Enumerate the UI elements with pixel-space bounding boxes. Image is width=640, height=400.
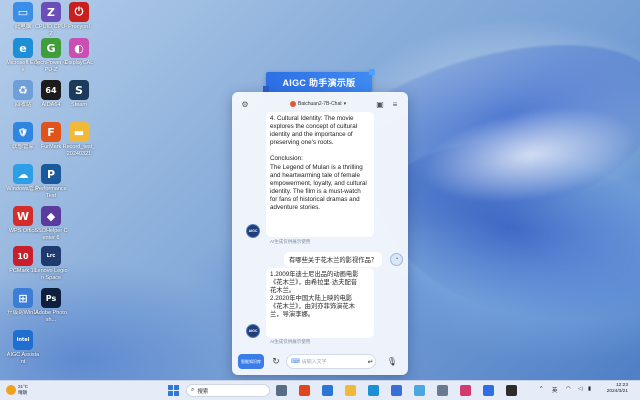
desktop-icon[interactable]: ◆ SSOHelper Center 6 bbox=[34, 206, 68, 241]
network-icon[interactable]: ◠ bbox=[566, 386, 571, 392]
ssohelper-icon: ◆ bbox=[41, 206, 61, 226]
desktop-icon[interactable]: ◐ DisplayCAL bbox=[62, 38, 96, 67]
menu-icon[interactable]: ≡ bbox=[389, 98, 401, 110]
model-logo-icon bbox=[290, 101, 296, 107]
settings-icon[interactable] bbox=[437, 385, 448, 396]
image-icon[interactable]: ▣ bbox=[374, 98, 386, 110]
terminal-icon[interactable] bbox=[506, 385, 517, 396]
input-language[interactable]: 英 bbox=[552, 386, 558, 394]
wps-icon: W bbox=[13, 206, 33, 226]
security-icon: 🛡 bbox=[13, 122, 33, 142]
performancetest-icon: P bbox=[41, 164, 61, 184]
aigc-chat-window: ⚙ Baichuan2-7B-Chat ▾ ▣ ≡ 4. Cultural Id… bbox=[232, 92, 408, 375]
ai-avatar: AIGC bbox=[246, 224, 260, 238]
settings-gear-icon[interactable]: ⚙ bbox=[239, 98, 251, 110]
folder-icon: ▬ bbox=[69, 122, 89, 142]
store-icon[interactable] bbox=[391, 385, 402, 396]
app-title-banner: AIGC 助手演示版 bbox=[263, 69, 375, 92]
weather-widget[interactable]: 21°C 晴朗 bbox=[6, 384, 28, 395]
knowledge-base-button[interactable]: 智能知识库 bbox=[238, 354, 264, 369]
sun-icon bbox=[6, 384, 16, 395]
desktop-icon[interactable]: ▬ Record_test_20240321 bbox=[62, 122, 96, 157]
chat-text-input[interactable] bbox=[301, 358, 360, 365]
browser-icon[interactable] bbox=[299, 385, 310, 396]
desktop-icon-label: Record_test_20240321 bbox=[62, 144, 96, 157]
desktop-icon-label: PerformanceTest bbox=[35, 186, 67, 199]
banner-corner bbox=[369, 69, 375, 75]
chat-input-field[interactable]: ⌨ ↵ bbox=[286, 354, 376, 369]
keyboard-icon: ⌨ bbox=[291, 359, 300, 365]
ai-disclaimer-note: AI生成仅供展示使用 bbox=[270, 239, 311, 244]
desktop-icon[interactable]: P PerformanceTest bbox=[34, 164, 68, 199]
taskbar: 21°C 晴朗 ⌕ 搜索 ^ 英 ◠ ◁ ▮ 12:23 2024/3/21 bbox=[0, 380, 640, 400]
desktop-icon[interactable]: ⏻ ProcyonI bbox=[62, 2, 96, 31]
chat-input-row: 智能知识库 ↻ ⌨ ↵ 🎙 bbox=[232, 350, 408, 375]
desktop-icon-label: SSOHelper Center 6 bbox=[34, 228, 68, 241]
refresh-icon[interactable]: ↻ bbox=[270, 355, 282, 367]
battery-icon[interactable]: ▮ bbox=[588, 386, 591, 392]
weather-text: 21°C 晴朗 bbox=[18, 384, 28, 395]
desktop-icon-label: Steam bbox=[71, 102, 87, 108]
steam-icon: S bbox=[69, 80, 89, 100]
displaycal-icon: ◐ bbox=[69, 38, 89, 58]
desktop-icon-label: ProcyonI bbox=[68, 24, 90, 30]
desktop-icon-label: Lenovo Legion Space bbox=[34, 268, 68, 281]
desktop-icon-label: DisplayCAL bbox=[64, 60, 94, 66]
taskbar-search[interactable]: ⌕ 搜索 bbox=[186, 384, 270, 397]
message-list: 4. Cultural Identity: The movie explores… bbox=[232, 112, 408, 350]
ai-message-bubble: 1.2009年迪士尼出品的动画电影 《花木兰》，由希拉里·达夫配音 花木兰。 2… bbox=[266, 268, 374, 338]
lrc-icon: Lrc bbox=[41, 246, 61, 266]
clock-date: 2024/3/21 bbox=[606, 389, 628, 394]
aida64-icon: 64 bbox=[41, 80, 61, 100]
microphone-icon[interactable]: 🎙 bbox=[386, 355, 398, 367]
media-icon[interactable] bbox=[460, 385, 471, 396]
ai-avatar: AIGC bbox=[246, 324, 260, 338]
aigc-icon[interactable] bbox=[483, 385, 494, 396]
windows-icon: ⊞ bbox=[13, 288, 33, 308]
model-selector-label: Baichuan2-7B-Chat bbox=[298, 101, 342, 107]
user-message-bubble: 有哪些关于花木兰的影视作品？ bbox=[284, 252, 383, 267]
tray-chevron-icon[interactable]: ^ bbox=[540, 386, 543, 392]
cpu-z-icon: Z bbox=[41, 2, 61, 22]
chat-topbar: ⚙ Baichuan2-7B-Chat ▾ ▣ ≡ bbox=[232, 92, 408, 114]
photoshop-icon: Ps bbox=[41, 288, 61, 308]
search-icon: ⌕ bbox=[191, 387, 195, 393]
edge-icon: e bbox=[13, 38, 33, 58]
model-selector[interactable]: Baichuan2-7B-Chat ▾ bbox=[290, 99, 346, 109]
recycle-bin-icon: ♻ bbox=[13, 80, 33, 100]
desktop-icon-label: Adobe Photosh... bbox=[35, 310, 67, 323]
user-avatar-icon: ◔ bbox=[390, 253, 403, 266]
ai-disclaimer-note: AI生成仅供展示使用 bbox=[270, 339, 311, 344]
pcmark-icon: 10 bbox=[13, 246, 33, 266]
mail-icon[interactable] bbox=[322, 385, 333, 396]
cloud-icon: ☁ bbox=[13, 164, 33, 184]
temperature: 21°C bbox=[18, 384, 29, 389]
intel-icon: intel bbox=[13, 330, 33, 350]
desktop-icon[interactable]: Lrc Lenovo Legion Space bbox=[34, 246, 68, 281]
taskbar-clock[interactable]: 12:23 2024/3/21 bbox=[598, 383, 628, 395]
furmark-icon: F bbox=[41, 122, 61, 142]
send-icon[interactable]: ↵ bbox=[365, 356, 376, 367]
procyon-icon: ⏻ bbox=[69, 2, 89, 22]
desktop-icon[interactable]: intel AIGC Assistant bbox=[6, 330, 40, 365]
desktop-icon[interactable]: Ps Adobe Photosh... bbox=[34, 288, 68, 323]
edge-icon[interactable] bbox=[368, 385, 379, 396]
windows-start-icon[interactable] bbox=[168, 385, 179, 396]
computer-icon: ▭ bbox=[13, 2, 33, 22]
gpu-z-icon: G bbox=[41, 38, 61, 58]
task-view-icon[interactable] bbox=[276, 385, 287, 396]
explorer-icon[interactable] bbox=[345, 385, 356, 396]
chevron-down-icon: ▾ bbox=[343, 101, 347, 107]
banner-title: AIGC 助手演示版 bbox=[282, 77, 356, 88]
clock-time: 12:23 bbox=[615, 383, 628, 388]
search-label: 搜索 bbox=[197, 388, 209, 395]
weather-condition: 晴朗 bbox=[18, 389, 27, 395]
desktop-icon-label: AIGC Assistant bbox=[6, 352, 40, 365]
volume-icon[interactable]: ◁ bbox=[578, 386, 582, 392]
photos-icon[interactable] bbox=[414, 385, 425, 396]
ai-message-bubble: 4. Cultural Identity: The movie explores… bbox=[266, 112, 374, 237]
desktop-icon[interactable]: S Steam bbox=[62, 80, 96, 109]
